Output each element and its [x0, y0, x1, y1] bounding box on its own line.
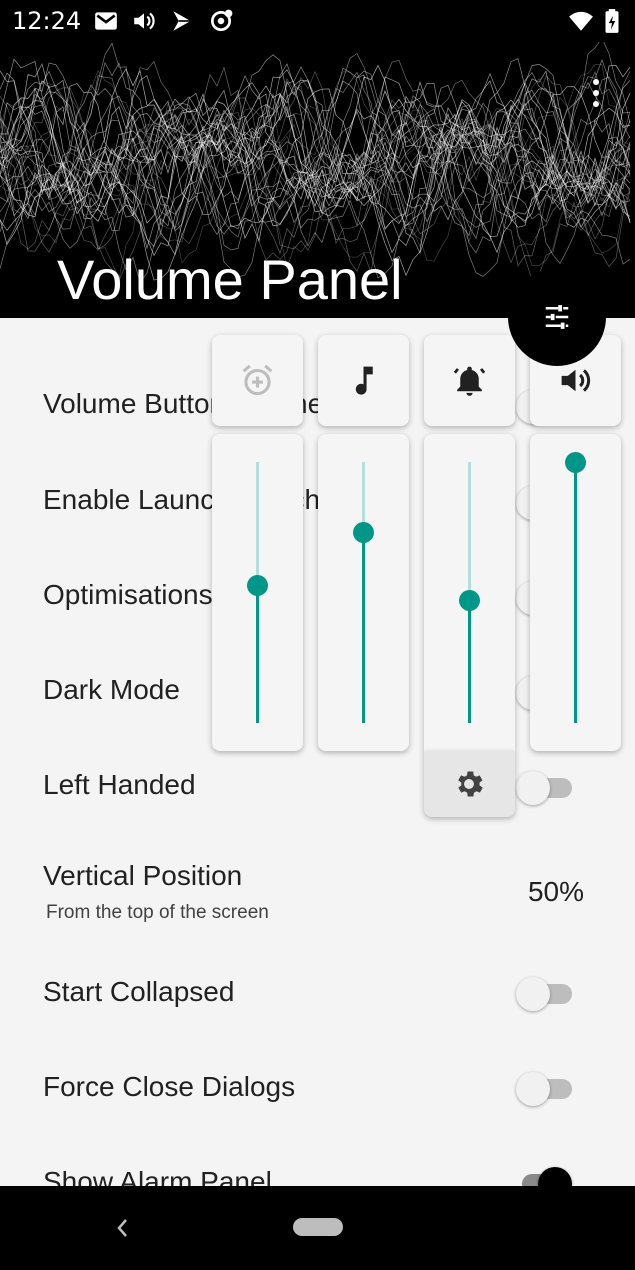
setting-label: Start Collapsed — [43, 976, 235, 1007]
slider-thumb[interactable] — [353, 522, 374, 544]
setting-label: Optimisations — [43, 579, 213, 610]
waveform-line — [0, 64, 631, 243]
setting-label: Force Close Dialogs — [43, 1071, 296, 1102]
setting-left-handed[interactable]: Left Handed — [0, 737, 635, 833]
volume-icon — [134, 12, 155, 30]
gmail-icon — [95, 12, 117, 30]
setting-label: Dark Mode — [43, 674, 180, 705]
setting-sublabel: From the top of the screen — [46, 902, 269, 923]
waveform-line — [0, 103, 631, 264]
gear-icon — [458, 771, 483, 797]
start-collapsed-switch[interactable] — [516, 977, 574, 1011]
slider-thumb[interactable] — [565, 452, 586, 473]
home-pill-icon[interactable] — [293, 1218, 343, 1236]
music-stream-button[interactable] — [318, 335, 409, 426]
tune-icon — [545, 305, 569, 329]
ring-volume-slider[interactable] — [424, 434, 515, 751]
setting-force-close-dialogs[interactable]: Force Close Dialogs — [0, 1045, 635, 1141]
location-target-icon — [210, 9, 233, 32]
bell-icon — [453, 366, 486, 396]
volume-settings-button[interactable] — [424, 751, 515, 817]
setting-show-alarm-panel[interactable]: Show Alarm Panel — [0, 1140, 635, 1186]
music-volume-slider[interactable] — [318, 434, 409, 751]
slider-thumb[interactable] — [247, 574, 268, 596]
show-alarm-panel-switch[interactable] — [516, 1167, 574, 1186]
setting-label: Left Handed — [43, 769, 196, 800]
more-vert-icon[interactable] — [588, 76, 604, 116]
status-bar: 12:24 — [0, 0, 635, 42]
slider-thumb[interactable] — [459, 590, 480, 612]
volume-up-icon — [561, 369, 591, 392]
ring-stream-button[interactable] — [424, 335, 515, 426]
media-volume-slider[interactable] — [530, 434, 621, 751]
status-time: 12:24 — [12, 7, 82, 35]
slider-fill — [362, 532, 365, 723]
force-close-dialogs-switch[interactable] — [516, 1072, 574, 1106]
wifi-icon — [569, 11, 593, 31]
battery-icon — [605, 9, 619, 33]
navigation-bar — [0, 1186, 635, 1270]
setting-start-collapsed[interactable]: Start Collapsed — [0, 950, 635, 1046]
setting-label: Vertical Position — [43, 860, 243, 891]
waveform-line — [0, 42, 631, 254]
vertical-position-value: 50% — [527, 876, 584, 907]
setting-label: Show Alarm Panel — [43, 1166, 272, 1186]
alarm-volume-slider[interactable] — [212, 434, 303, 751]
volume-panel-toggle-button[interactable] — [508, 268, 606, 366]
play-store-icon — [173, 11, 191, 31]
back-icon[interactable] — [112, 1208, 132, 1248]
music-note-icon — [355, 366, 373, 395]
slider-fill — [468, 600, 471, 723]
slider-fill — [574, 462, 577, 723]
alarm-stream-button[interactable] — [212, 335, 303, 426]
slider-fill — [256, 584, 259, 723]
left-handed-switch[interactable] — [516, 771, 574, 805]
page-title: Volume Panel — [57, 248, 403, 311]
setting-vertical-position[interactable]: Vertical Position From the top of the sc… — [0, 833, 635, 949]
alarm-add-icon — [242, 364, 273, 396]
